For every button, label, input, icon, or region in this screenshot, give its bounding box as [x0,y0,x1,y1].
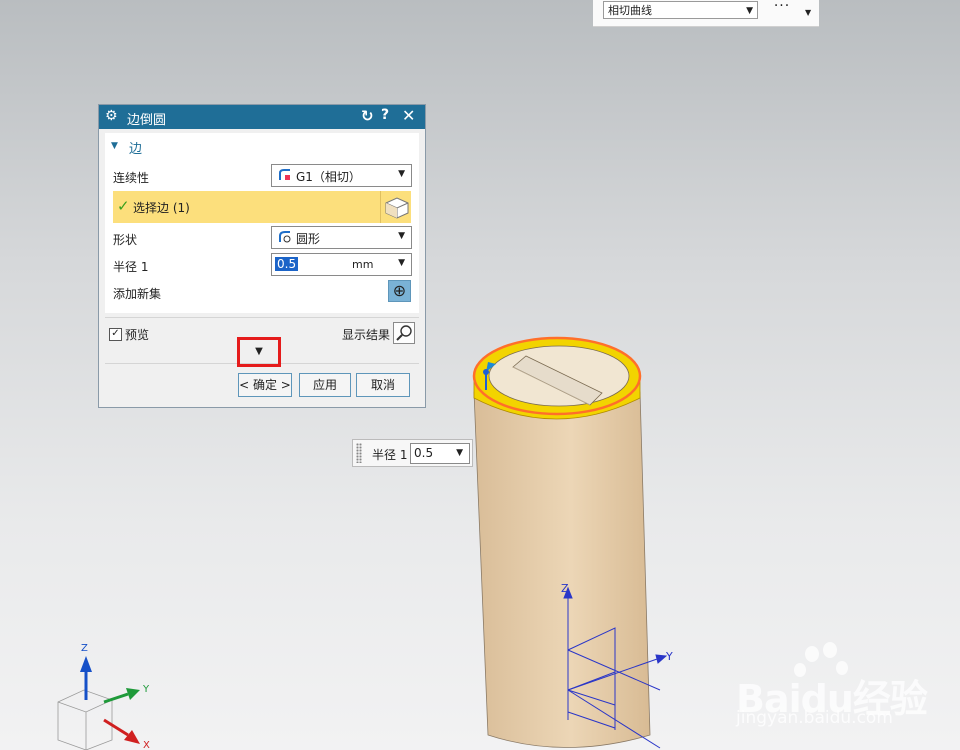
view-z-label: Z [81,643,88,654]
preview-checkbox[interactable]: ✓ [109,328,122,341]
dialog-title: 边倒圆 [127,113,167,128]
preview-label: 预览 [125,328,150,342]
plus-circle-icon: ⊕ [392,281,407,300]
magnifier-icon [396,325,412,341]
triangle-down-icon: ▼ [255,346,263,357]
drag-handle[interactable] [356,443,362,463]
float-radius-value: 0.5 [414,446,434,460]
continuity-select[interactable]: G1（相切） ▼ [271,164,412,187]
chevron-down-icon: ▼ [398,169,405,179]
divider [105,317,419,318]
select-edge-label: 选择边 (1) [133,201,190,215]
cube-icon [385,197,409,219]
float-radius-input[interactable]: 0.5 ▼ [410,443,470,464]
show-result-label: 显示结果 [342,328,391,342]
apply-button[interactable]: 应用 [299,373,351,397]
checkmark-icon: ✓ [117,197,130,215]
watermark-site: jingyan.baidu.com [736,708,893,728]
float-radius-label: 半径 1 [372,448,408,462]
cylinder-model[interactable] [472,336,651,748]
view-y-label: Y [142,684,150,695]
continuity-value: G1（相切） [296,170,361,184]
radius-input[interactable]: 0.5 mm ▼ [271,253,412,276]
collapse-triangle-icon[interactable]: ▼ [111,141,118,151]
radius-label: 半径 1 [113,260,149,274]
shape-select[interactable]: 圆形 ▼ [271,226,412,249]
wcs-y-label: Y [665,650,673,663]
add-new-set-label: 添加新集 [113,287,162,301]
edge-group: ▼ 边 连续性 G1（相切） ▼ ✓ 选择边 (1) 形状 圆形 ▼ 半径 1 … [105,133,419,313]
add-new-set-button[interactable]: ⊕ [388,280,411,302]
reset-button[interactable]: ↻ [361,107,374,125]
continuity-label: 连续性 [113,171,150,185]
expand-more-options-button[interactable]: ▼ [237,337,281,367]
gear-icon: ⚙ [105,108,118,124]
edge-blend-dialog: ⚙ 边倒圆 ↻ ? ✕ ▼ 边 连续性 G1（相切） ▼ ✓ 选择边 (1) 形… [98,104,426,408]
select-edge-row[interactable]: ✓ 选择边 (1) [113,191,411,223]
shape-label: 形状 [113,233,138,247]
wcs-z-label: Z [561,582,569,595]
view-x-label: X [143,740,150,750]
radius-unit: mm [352,258,374,271]
group-title[interactable]: 边 [129,138,142,157]
chevron-down-icon: ▼ [398,258,405,268]
select-edge-button[interactable] [380,191,412,223]
ok-button[interactable]: < 确定 > [238,373,292,397]
close-button[interactable]: ✕ [402,106,415,125]
cancel-button[interactable]: 取消 [356,373,410,397]
chevron-down-icon: ▼ [456,448,463,458]
tangent-continuity-icon [279,169,290,180]
circular-shape-icon [279,231,291,243]
screen-input-box[interactable]: 半径 1 0.5 ▼ [352,439,473,467]
view-triad-cube[interactable] [57,656,140,750]
help-button[interactable]: ? [381,107,389,123]
radius-value[interactable]: 0.5 [275,257,299,271]
dialog-titlebar[interactable]: ⚙ 边倒圆 ↻ ? ✕ [99,105,425,129]
chevron-down-icon: ▼ [398,231,405,241]
show-result-button[interactable] [393,322,415,344]
shape-value: 圆形 [296,232,321,246]
